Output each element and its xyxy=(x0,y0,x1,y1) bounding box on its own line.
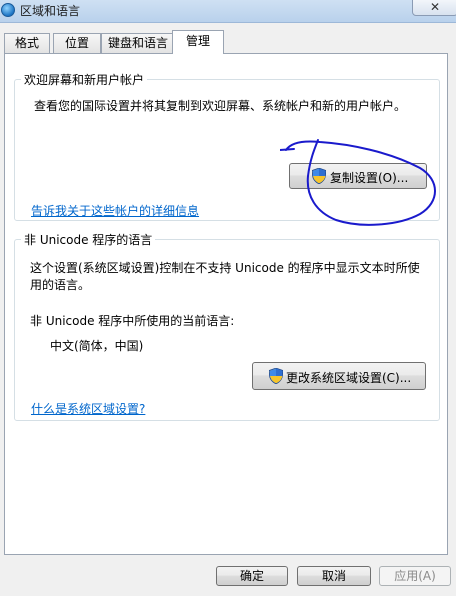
region-language-dialog: 区域和语言 ✕ 格式 位置 键盘和语言 管理 欢迎屏幕和新用户帐户 查看您的国际… xyxy=(0,0,456,596)
window-title: 区域和语言 xyxy=(20,4,81,18)
non-unicode-description-line1: 这个设置(系统区域设置)控制在不支持 Unicode 的程序中显示文本时所使 xyxy=(30,261,420,275)
accounts-details-link[interactable]: 告诉我关于这些帐户的详细信息 xyxy=(31,202,199,219)
ok-button[interactable]: 确定 xyxy=(216,566,288,586)
change-system-locale-label: 更改系统区域设置(C)... xyxy=(286,371,412,385)
tab-keyboards-languages[interactable]: 键盘和语言 xyxy=(101,33,175,53)
uac-shield-icon xyxy=(312,168,326,184)
welcome-group-title: 欢迎屏幕和新用户帐户 xyxy=(21,71,148,88)
cancel-button[interactable]: 取消 xyxy=(297,566,371,586)
tab-formats[interactable]: 格式 xyxy=(4,33,50,53)
close-button[interactable]: ✕ xyxy=(412,0,456,16)
non-unicode-group-title: 非 Unicode 程序的语言 xyxy=(21,231,156,248)
uac-shield-icon xyxy=(269,368,283,384)
copy-settings-label: 复制设置(O)... xyxy=(330,171,409,185)
globe-icon xyxy=(1,3,15,17)
non-unicode-description-line2: 用的语言。 xyxy=(30,278,91,292)
change-system-locale-button[interactable]: 更改系统区域设置(C)... xyxy=(252,362,426,390)
current-language-label: 非 Unicode 程序中所使用的当前语言: xyxy=(30,314,235,328)
non-unicode-group: 非 Unicode 程序的语言 这个设置(系统区域设置)控制在不支持 Unico… xyxy=(14,231,440,421)
system-locale-help-link[interactable]: 什么是系统区域设置? xyxy=(31,400,145,417)
tab-administrative[interactable]: 管理 xyxy=(172,30,224,54)
welcome-description: 查看您的国际设置并将其复制到欢迎屏幕、系统帐户和新的用户帐户。 xyxy=(34,99,407,113)
apply-button[interactable]: 应用(A) xyxy=(379,566,451,586)
welcome-screen-group: 欢迎屏幕和新用户帐户 查看您的国际设置并将其复制到欢迎屏幕、系统帐户和新的用户帐… xyxy=(14,71,440,221)
tab-panel-administrative: 欢迎屏幕和新用户帐户 查看您的国际设置并将其复制到欢迎屏幕、系统帐户和新的用户帐… xyxy=(4,53,448,555)
current-language-value: 中文(简体，中国) xyxy=(50,339,144,353)
copy-settings-button[interactable]: 复制设置(O)... xyxy=(289,163,427,189)
title-bar[interactable]: 区域和语言 ✕ xyxy=(0,0,456,23)
tab-location[interactable]: 位置 xyxy=(53,33,101,53)
